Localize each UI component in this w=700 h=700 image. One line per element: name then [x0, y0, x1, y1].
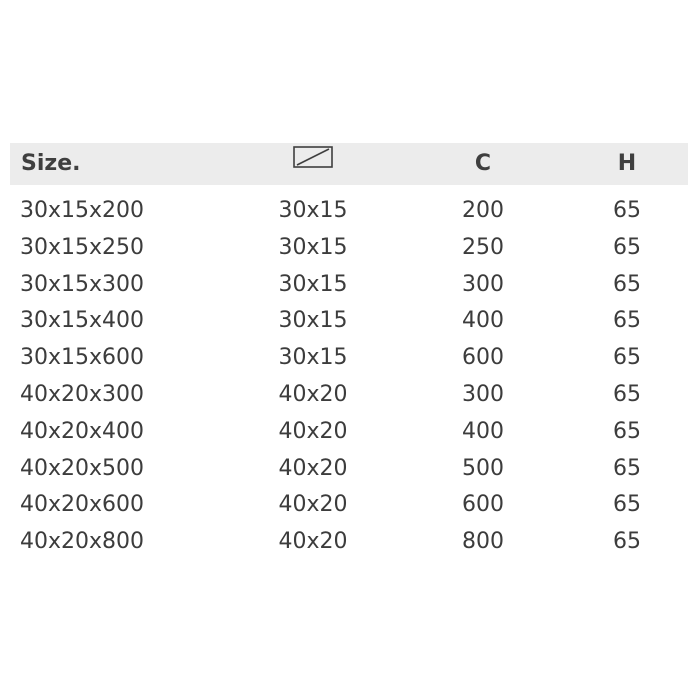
cell-section: 30x15 — [278, 308, 348, 334]
cell-h: 65 — [613, 529, 641, 555]
table-row: 30x15x250 30x15 250 65 — [10, 230, 688, 267]
cell-size: 40x20x600 — [20, 492, 145, 518]
cell-h: 65 — [613, 455, 641, 481]
cell-h: 65 — [613, 381, 641, 407]
header-size: Size. — [21, 151, 81, 176]
cell-h: 65 — [613, 345, 641, 371]
cell-c: 600 — [462, 345, 504, 371]
cell-size: 30x15x400 — [20, 308, 145, 334]
table-row: 40x20x800 40x20 800 65 — [10, 524, 688, 561]
table-row: 30x15x200 30x15 200 65 — [10, 193, 688, 230]
cell-section: 40x20 — [278, 529, 348, 555]
cell-c: 400 — [462, 418, 504, 444]
table-row: 40x20x600 40x20 600 65 — [10, 487, 688, 524]
cell-h: 65 — [613, 198, 641, 223]
header-h: H — [617, 151, 637, 176]
cell-size: 40x20x800 — [20, 529, 145, 555]
cell-h: 65 — [613, 492, 641, 518]
cell-section: 30x15 — [278, 271, 348, 297]
cell-size: 30x15x200 — [20, 198, 145, 223]
cell-c: 500 — [462, 455, 504, 481]
cell-c: 800 — [462, 529, 504, 555]
table-row: 30x15x400 30x15 400 65 — [10, 303, 688, 340]
cell-size: 30x15x300 — [20, 271, 145, 297]
cell-h: 65 — [613, 271, 641, 297]
cell-c: 300 — [462, 381, 504, 407]
cell-c: 400 — [462, 308, 504, 334]
cell-section: 30x15 — [278, 345, 348, 371]
header-section — [273, 143, 353, 185]
table-row: 40x20x400 40x20 400 65 — [10, 414, 688, 451]
cell-c: 300 — [462, 271, 504, 297]
cell-size: 30x15x250 — [20, 234, 145, 260]
rectangle-section-icon — [293, 141, 333, 183]
cell-h: 65 — [613, 234, 641, 260]
table-header-row: Size. C H — [10, 143, 688, 185]
cell-c: 250 — [462, 234, 504, 260]
table-row: 40x20x500 40x20 500 65 — [10, 451, 688, 488]
cell-c: 200 — [462, 198, 504, 223]
table-row: 30x15x600 30x15 600 65 — [10, 340, 688, 377]
cell-section: 40x20 — [278, 455, 348, 481]
header-c: C — [474, 151, 492, 176]
table-row: 30x15x300 30x15 300 65 — [10, 267, 688, 304]
table-body: 30x15x200 30x15 200 65 30x15x250 30x15 2… — [10, 193, 688, 561]
cell-section: 40x20 — [278, 381, 348, 407]
cell-section: 40x20 — [278, 492, 348, 518]
cell-size: 40x20x500 — [20, 455, 145, 481]
cell-section: 40x20 — [278, 418, 348, 444]
cell-section: 30x15 — [278, 234, 348, 260]
spec-table: Size. C H 30x15x200 30x15 200 65 30x15x2… — [10, 143, 688, 561]
cell-size: 40x20x400 — [20, 418, 145, 444]
cell-h: 65 — [613, 418, 641, 444]
cell-size: 40x20x300 — [20, 381, 145, 407]
cell-section: 30x15 — [278, 198, 348, 223]
cell-size: 30x15x600 — [20, 345, 145, 371]
cell-c: 600 — [462, 492, 504, 518]
table-row: 40x20x300 40x20 300 65 — [10, 377, 688, 414]
cell-h: 65 — [613, 308, 641, 334]
